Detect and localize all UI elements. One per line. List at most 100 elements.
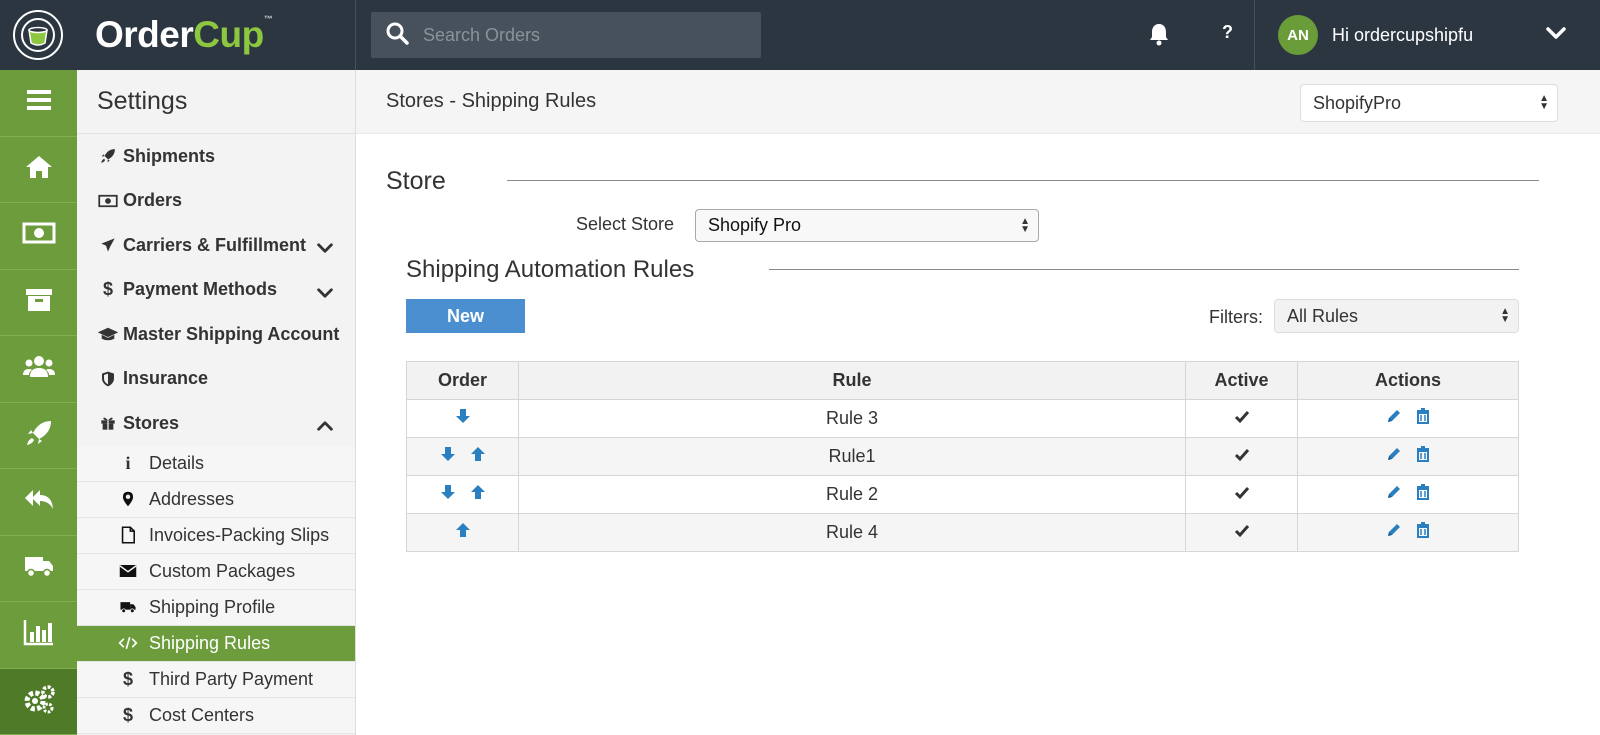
- sidebar-item-invoices-packing-slips[interactable]: Invoices-Packing Slips: [77, 517, 355, 554]
- sidebar-item-carriers[interactable]: Carriers & Fulfillment: [77, 223, 355, 268]
- rules-section-title: Shipping Automation Rules: [406, 256, 695, 283]
- arrow-up-icon[interactable]: [470, 484, 486, 505]
- pencil-icon[interactable]: [1386, 522, 1402, 543]
- actions-cell: [1297, 437, 1519, 476]
- order-cell: [406, 399, 519, 438]
- arrow-down-icon[interactable]: [440, 446, 456, 467]
- sidebar-item-cost-centers[interactable]: $ Cost Centers: [77, 697, 355, 734]
- sidebar-item-insurance[interactable]: Insurance: [77, 357, 355, 402]
- dollar-icon: $: [122, 704, 133, 725]
- search-input[interactable]: [423, 24, 743, 46]
- column-header-rule[interactable]: Rule: [518, 361, 1186, 400]
- sidebar-item-stores[interactable]: Stores: [77, 401, 355, 446]
- settings-sidebar: Settings Shipments Orders Carriers & Ful…: [77, 70, 356, 735]
- arrow-up-icon[interactable]: [455, 522, 471, 543]
- main-content: Stores - Shipping Rules ShopifyPro ▲ ▼ St…: [356, 70, 1600, 735]
- divider: [769, 269, 1519, 270]
- map-marker-icon: [117, 491, 139, 507]
- search-box[interactable]: [371, 12, 761, 58]
- sidebar-item-label: Third Party Payment: [149, 668, 314, 689]
- check-icon: [1234, 522, 1250, 542]
- logo-area[interactable]: OrderCup™: [0, 0, 356, 70]
- ordercup-logo-icon: [13, 10, 63, 60]
- nav-home[interactable]: [0, 137, 77, 203]
- select-store-value: Shopify Pro: [708, 215, 802, 235]
- order-cell: [406, 475, 519, 514]
- active-cell: [1185, 513, 1298, 552]
- sidebar-item-label: Carriers & Fulfillment: [123, 234, 307, 255]
- select-arrows-icon: ▲ ▼: [1020, 215, 1030, 235]
- graduation-cap-icon: [97, 326, 119, 342]
- home-icon: [24, 154, 54, 185]
- sidebar-item-label: Shipments: [123, 145, 216, 166]
- bar-chart-icon: [23, 618, 55, 651]
- sidebar-item-shipments[interactable]: Shipments: [77, 134, 355, 179]
- new-rule-button[interactable]: New: [406, 299, 525, 333]
- sidebar-item-payment-methods[interactable]: $ Payment Methods: [77, 268, 355, 313]
- rules-table: Order Rule Active Actions Rule 3 Rule1 R…: [406, 361, 1519, 552]
- reply-all-icon: [23, 486, 55, 517]
- sidebar-item-details[interactable]: i Details: [77, 445, 355, 482]
- user-menu[interactable]: AN Hi ordercupshipfu: [1254, 0, 1600, 70]
- rule-cell[interactable]: Rule 2: [518, 475, 1186, 514]
- help-button[interactable]: ?: [1222, 22, 1233, 43]
- check-icon: [1234, 484, 1250, 504]
- arrow-up-icon[interactable]: [470, 446, 486, 467]
- sidebar-item-shipping-profile[interactable]: Shipping Profile: [77, 589, 355, 626]
- nav-users[interactable]: [0, 336, 77, 403]
- sidebar-item-label: Payment Methods: [123, 279, 278, 300]
- chevron-up-icon[interactable]: [317, 416, 333, 437]
- truck-icon: [117, 600, 139, 614]
- chevron-down-icon[interactable]: [1546, 26, 1566, 45]
- nav-settings[interactable]: [0, 668, 77, 735]
- sidebar-item-master-shipping-account[interactable]: Master Shipping Account: [77, 312, 355, 357]
- trash-icon[interactable]: [1416, 484, 1430, 505]
- nav-delivery[interactable]: [0, 536, 77, 602]
- sidebar-item-label: Insurance: [123, 368, 209, 389]
- sidebar-item-third-party-payment[interactable]: $ Third Party Payment: [77, 661, 355, 698]
- nav-shipments[interactable]: [0, 403, 77, 469]
- table-row: Rule 4: [406, 513, 1519, 552]
- sidebar-item-label: Stores: [123, 412, 180, 433]
- select-store-dropdown[interactable]: Shopify Pro ▲ ▼: [695, 209, 1039, 242]
- file-icon: [117, 526, 139, 544]
- sidebar-item-shipping-rules[interactable]: Shipping Rules: [77, 625, 355, 662]
- sidebar-item-label: Addresses: [149, 488, 235, 509]
- sidebar-item-custom-packages[interactable]: Custom Packages: [77, 553, 355, 590]
- page-title: Stores - Shipping Rules: [386, 90, 597, 112]
- chevron-down-icon[interactable]: [317, 238, 333, 259]
- column-header-active[interactable]: Active: [1185, 361, 1298, 400]
- bell-icon[interactable]: [1148, 22, 1170, 51]
- trash-icon[interactable]: [1416, 408, 1430, 429]
- filters-value: All Rules: [1287, 305, 1359, 326]
- chevron-down-icon[interactable]: [317, 283, 333, 304]
- pencil-icon[interactable]: [1386, 446, 1402, 467]
- column-header-order[interactable]: Order: [406, 361, 519, 400]
- nav-money[interactable]: [0, 203, 77, 270]
- arrow-down-icon[interactable]: [440, 484, 456, 505]
- actions-cell: [1297, 399, 1519, 438]
- logo-wordmark: OrderCup™: [95, 14, 273, 55]
- filters-label: Filters:: [1209, 307, 1263, 327]
- order-cell: [406, 513, 519, 552]
- nav-archive[interactable]: [0, 270, 77, 336]
- sidebar-item-orders[interactable]: Orders: [77, 179, 355, 224]
- rule-cell[interactable]: Rule 4: [518, 513, 1186, 552]
- gears-icon: [22, 684, 56, 719]
- nav-reports[interactable]: [0, 602, 77, 669]
- envelope-icon: [117, 564, 139, 578]
- table-header-row: Order Rule Active Actions: [406, 361, 1519, 400]
- arrow-down-icon[interactable]: [455, 408, 471, 429]
- menu-toggle[interactable]: [0, 70, 77, 137]
- sidebar-item-addresses[interactable]: Addresses: [77, 481, 355, 518]
- pencil-icon[interactable]: [1386, 484, 1402, 505]
- pencil-icon[interactable]: [1386, 408, 1402, 429]
- rule-cell[interactable]: Rule1: [518, 437, 1186, 476]
- nav-returns[interactable]: [0, 469, 77, 536]
- filters-select[interactable]: All Rules ▲ ▼: [1274, 299, 1519, 333]
- rule-cell[interactable]: Rule 3: [518, 399, 1186, 438]
- trash-icon[interactable]: [1416, 522, 1430, 543]
- store-switcher-select[interactable]: ShopifyPro ▲ ▼: [1300, 84, 1558, 122]
- trash-icon[interactable]: [1416, 446, 1430, 467]
- select-store-label: Select Store: [576, 214, 675, 234]
